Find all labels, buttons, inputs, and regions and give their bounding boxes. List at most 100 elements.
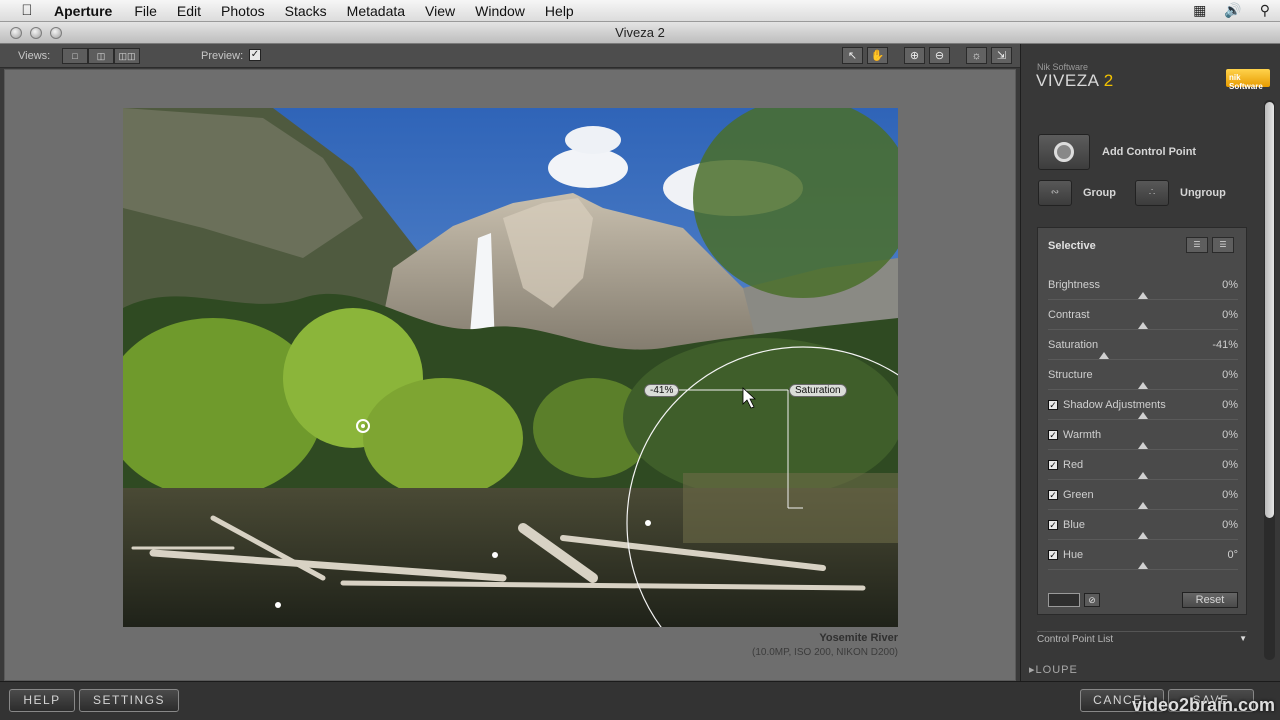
pointer-tool-icon[interactable]: ↖ (842, 47, 863, 64)
slider-knob[interactable] (1138, 382, 1148, 389)
slider-track[interactable] (1048, 479, 1238, 480)
slider-enable-checkbox[interactable]: ✓ (1048, 520, 1058, 530)
slider-label: Hue (1063, 549, 1084, 561)
menu-photos[interactable]: Photos (221, 3, 265, 19)
control-point-list-header[interactable]: Control Point List ▼ (1037, 631, 1247, 645)
volume-icon[interactable]: 🔊 (1224, 2, 1241, 19)
menu-metadata[interactable]: Metadata (347, 3, 405, 19)
slider-track[interactable] (1048, 419, 1238, 420)
help-button[interactable]: HELP (9, 689, 75, 712)
spaces-icon[interactable]: ▦ (1193, 2, 1206, 19)
slider-blue[interactable]: ✓ Blue 0% (1048, 519, 1238, 549)
view-mode-group: □ ◫ ◫◫ (62, 48, 140, 64)
slider-saturation[interactable]: Saturation -41% (1048, 339, 1238, 369)
slider-track[interactable] (1048, 449, 1238, 450)
preview-checkbox[interactable]: ✓ (249, 49, 261, 61)
slider-track[interactable] (1048, 569, 1238, 570)
slider-enable-checkbox[interactable]: ✓ (1048, 550, 1058, 560)
slider-knob[interactable] (1138, 502, 1148, 509)
spotlight-search-icon[interactable]: ⚲ (1260, 2, 1270, 19)
slider-green[interactable]: ✓ Green 0% (1048, 489, 1238, 519)
slider-knob[interactable] (1138, 472, 1148, 479)
single-view-icon[interactable]: □ (62, 48, 88, 64)
slider-track[interactable] (1048, 299, 1238, 300)
slider-value: -41% (1212, 339, 1238, 351)
slider-value: 0% (1222, 429, 1238, 441)
slider-knob[interactable] (1138, 412, 1148, 419)
menu-window[interactable]: Window (475, 3, 525, 19)
settings-button[interactable]: SETTINGS (79, 689, 179, 712)
slider-enable-checkbox[interactable]: ✓ (1048, 460, 1058, 470)
reset-button[interactable]: Reset (1182, 592, 1238, 608)
slider-value: 0% (1222, 399, 1238, 411)
zoom-window-button[interactable] (50, 27, 62, 39)
minimize-window-button[interactable] (30, 27, 42, 39)
background-light-icon[interactable]: ☼ (966, 47, 987, 64)
control-point-name-tag[interactable]: Saturation (789, 384, 847, 397)
chevron-down-icon[interactable]: ▼ (1239, 634, 1247, 643)
slider-track[interactable] (1048, 539, 1238, 540)
control-point-value-tag[interactable]: -41% (644, 384, 680, 397)
group-button[interactable]: ∾ (1038, 180, 1072, 206)
menu-stacks[interactable]: Stacks (285, 3, 327, 19)
close-window-button[interactable] (10, 27, 22, 39)
slider-knob[interactable] (1138, 322, 1148, 329)
menu-app-name[interactable]: Aperture (54, 3, 112, 19)
brand-title: VIVEZA 2 (1036, 71, 1114, 90)
color-swatch[interactable] (1048, 593, 1080, 607)
menu-extras: ▦ 🔊 ⚲ (1193, 2, 1270, 19)
slider-track[interactable] (1048, 389, 1238, 390)
ungroup-button[interactable]: ∴ (1135, 180, 1169, 206)
slider-knob[interactable] (1138, 292, 1148, 299)
side-by-side-view-icon[interactable]: ◫◫ (114, 48, 140, 64)
apple-menu-icon[interactable]:  (0, 2, 54, 19)
slider-label: Contrast (1048, 309, 1090, 321)
slider-brightness[interactable]: Brightness 0% (1048, 279, 1238, 309)
slider-label: Brightness (1048, 279, 1100, 291)
slider-value: 0% (1222, 279, 1238, 291)
slider-label: Structure (1048, 369, 1093, 381)
slider-enable-checkbox[interactable]: ✓ (1048, 400, 1058, 410)
preview-label: Preview: (201, 50, 244, 62)
slider-structure[interactable]: Structure 0% (1048, 369, 1238, 399)
menu-edit[interactable]: Edit (177, 3, 201, 19)
loupe-header[interactable]: ▸LOUPE (1029, 663, 1078, 676)
slider-track[interactable] (1048, 509, 1238, 510)
slider-label: Shadow Adjustments (1063, 399, 1166, 411)
menu-view[interactable]: View (425, 3, 455, 19)
add-control-point-button[interactable] (1038, 134, 1090, 170)
slider-hue[interactable]: ✓ Hue 0° (1048, 549, 1238, 579)
window-controls (10, 27, 62, 39)
slider-knob[interactable] (1138, 562, 1148, 569)
slider-label: Blue (1063, 519, 1086, 531)
eyedropper-icon[interactable]: ⊘ (1084, 593, 1100, 607)
slider-enable-checkbox[interactable]: ✓ (1048, 490, 1058, 500)
expand-sliders-icon[interactable]: ☰ (1212, 237, 1234, 253)
slider-warmth[interactable]: ✓ Warmth 0% (1048, 429, 1238, 459)
slider-knob[interactable] (1099, 352, 1110, 359)
slider-contrast[interactable]: Contrast 0% (1048, 309, 1238, 339)
slider-knob[interactable] (1138, 442, 1148, 449)
split-view-icon[interactable]: ◫ (88, 48, 114, 64)
photo-preview[interactable] (123, 108, 898, 627)
menu-file[interactable]: File (134, 3, 157, 19)
slider-track[interactable] (1048, 359, 1238, 360)
slider-track[interactable] (1048, 329, 1238, 330)
viveza-panel: Nik Software VIVEZA 2 nik Software Add C… (1020, 44, 1280, 684)
zoom-in-icon[interactable]: ⊕ (904, 47, 925, 64)
nik-logo: nik Software (1226, 69, 1270, 91)
hand-tool-icon[interactable]: ✋ (867, 47, 888, 64)
slider-knob[interactable] (1138, 532, 1148, 539)
window-title: Viveza 2 (615, 25, 665, 40)
fit-screen-icon[interactable]: ⇲ (991, 47, 1012, 64)
panel-scrollbar[interactable] (1264, 100, 1275, 660)
scrollbar-thumb[interactable] (1265, 102, 1274, 518)
slider-red[interactable]: ✓ Red 0% (1048, 459, 1238, 489)
slider-value: 0% (1222, 519, 1238, 531)
slider-shadow-adjustments[interactable]: ✓ Shadow Adjustments 0% (1048, 399, 1238, 429)
add-control-point-label: Add Control Point (1102, 146, 1197, 158)
menu-help[interactable]: Help (545, 3, 574, 19)
slider-enable-checkbox[interactable]: ✓ (1048, 430, 1058, 440)
collapse-sliders-icon[interactable]: ☰ (1186, 237, 1208, 253)
zoom-out-icon[interactable]: ⊖ (929, 47, 950, 64)
